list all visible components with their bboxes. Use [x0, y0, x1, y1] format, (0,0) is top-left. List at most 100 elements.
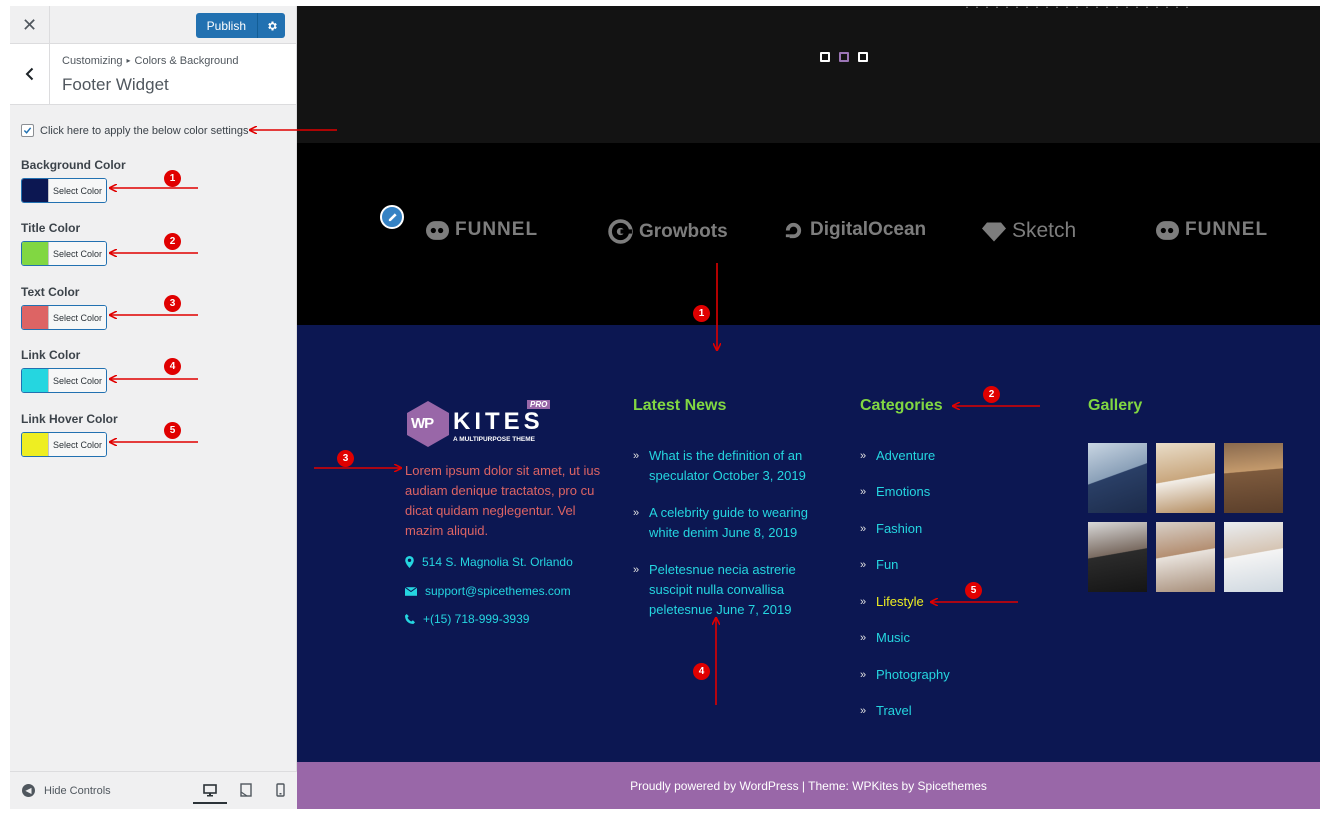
back-button[interactable] [10, 44, 50, 104]
annotation-badge: 1 [164, 170, 181, 187]
background-color-control: Background Color Select Color [21, 158, 126, 203]
color-swatch [22, 369, 48, 392]
category-link[interactable]: » Travel [860, 701, 912, 721]
logo-name: KITES [453, 408, 544, 435]
title-color-picker[interactable]: Select Color [21, 241, 107, 266]
tablet-preview-button[interactable] [239, 783, 253, 797]
slider-dot-active[interactable] [839, 52, 849, 62]
double-chevron-icon: » [633, 450, 640, 462]
mobile-preview-button[interactable] [273, 783, 287, 797]
contact-email[interactable]: support@spicethemes.com [405, 584, 571, 598]
category-label[interactable]: Photography [876, 667, 950, 682]
select-color-button[interactable]: Select Color [48, 306, 106, 329]
sponsor-name: FUNNEL [1185, 219, 1269, 240]
close-customizer-button[interactable]: ✕ [10, 6, 50, 44]
site-logo[interactable]: WP KITES PRO A MULTIPURPOSE THEME [405, 400, 553, 448]
annotation-badge: 2 [983, 386, 1000, 403]
categories-title: Categories [860, 397, 943, 414]
category-label[interactable]: Fun [876, 557, 898, 572]
link-hover-color-picker[interactable]: Select Color [21, 432, 107, 457]
category-link[interactable]: » Fashion [860, 519, 922, 539]
category-link[interactable]: » Music [860, 628, 910, 648]
category-label[interactable]: Fashion [876, 521, 922, 536]
slider-dot[interactable] [858, 52, 868, 62]
publish-button[interactable]: Publish [195, 13, 257, 38]
link-color-picker[interactable]: Select Color [21, 368, 107, 393]
funnel-logo-icon [1156, 220, 1179, 240]
double-chevron-icon: » [860, 705, 867, 717]
select-color-button[interactable]: Select Color [48, 369, 106, 392]
slider-dot[interactable] [820, 52, 830, 62]
apply-checkbox[interactable] [21, 124, 34, 137]
sponsor-name: DigitalOcean [810, 219, 927, 240]
funnel-logo-icon [426, 220, 449, 240]
news-item[interactable]: » A celebrity guide to wearing white den… [633, 503, 833, 543]
sponsor-logo-digitalocean[interactable]: DigitalOcean [783, 219, 926, 241]
hide-controls-button[interactable]: ◀ Hide Controls [22, 784, 111, 797]
control-label: Text Color [21, 285, 80, 299]
phone-link[interactable]: +(15) 718-999-3939 [423, 612, 529, 626]
decorative-dots [962, 6, 1192, 8]
select-color-button[interactable]: Select Color [48, 433, 106, 456]
news-item[interactable]: » Peletesnue necia astrerie suscipit nul… [633, 560, 833, 620]
double-chevron-icon: » [633, 564, 640, 576]
gallery-image[interactable] [1224, 443, 1283, 513]
background-color-picker[interactable]: Select Color [21, 178, 107, 203]
gallery-title: Gallery [1088, 397, 1143, 414]
checkmark-icon [23, 127, 32, 134]
edit-shortcut-button[interactable] [380, 205, 404, 229]
contact-phone[interactable]: +(15) 718-999-3939 [405, 612, 529, 626]
category-link-hovered[interactable]: » Lifestyle [860, 592, 924, 612]
news-item[interactable]: » What is the definition of an speculato… [633, 446, 833, 486]
color-swatch [22, 433, 48, 456]
logo-pro-badge: PRO [527, 400, 551, 409]
gallery-image[interactable] [1088, 522, 1147, 592]
footer-widgets: WP KITES PRO A MULTIPURPOSE THEME Lorem … [297, 325, 1320, 762]
sponsors-section: FUNNEL Growbots DigitalOcean Sketch FUNN… [297, 143, 1320, 325]
address-text: 514 S. Magnolia St. Orlando [422, 555, 573, 569]
select-color-button[interactable]: Select Color [48, 242, 106, 265]
category-label[interactable]: Emotions [876, 484, 930, 499]
desktop-preview-button[interactable] [193, 778, 227, 804]
about-text: Lorem ipsum dolor sit amet, ut ius audia… [405, 463, 601, 538]
email-link[interactable]: support@spicethemes.com [425, 584, 571, 598]
breadcrumb: Customizing ▸ Colors & Background [62, 55, 239, 67]
category-label[interactable]: Lifestyle [876, 594, 924, 609]
category-link[interactable]: » Fun [860, 555, 898, 575]
category-link[interactable]: » Adventure [860, 446, 935, 466]
slider-section [297, 6, 1320, 143]
apply-settings-row: Click here to apply the below color sett… [21, 124, 249, 137]
category-label[interactable]: Adventure [876, 448, 935, 463]
sponsor-logo-funnel[interactable]: FUNNEL [426, 219, 538, 241]
select-color-button[interactable]: Select Color [48, 179, 106, 202]
gallery-image[interactable] [1156, 443, 1215, 513]
double-chevron-icon: » [860, 523, 867, 535]
publish-group: Publish [195, 13, 285, 38]
gallery-image[interactable] [1088, 443, 1147, 513]
sponsor-logo-sketch[interactable]: Sketch [982, 219, 1076, 243]
category-label[interactable]: Travel [876, 703, 912, 718]
annotation-badge: 5 [164, 422, 181, 439]
double-chevron-icon: » [860, 632, 867, 644]
logo-tagline: A MULTIPURPOSE THEME [453, 436, 535, 443]
sponsor-name: Growbots [639, 220, 728, 242]
sketch-logo-icon [982, 222, 1006, 241]
gallery-image[interactable] [1224, 522, 1283, 592]
sponsor-logo-growbots[interactable]: Growbots [608, 219, 728, 244]
publish-settings-button[interactable] [257, 13, 285, 38]
sponsor-logo-funnel-2[interactable]: FUNNEL [1156, 219, 1268, 241]
annotation-badge: 1 [693, 305, 710, 322]
category-link[interactable]: » Photography [860, 665, 950, 685]
gallery-image[interactable] [1156, 522, 1215, 592]
annotation-badge: 3 [337, 450, 354, 467]
copyright-bar: Proudly powered by WordPress | Theme: WP… [297, 762, 1320, 809]
annotation-badge: 5 [965, 582, 982, 599]
control-label: Link Color [21, 348, 81, 362]
customizer-topbar: ✕ Publish [10, 6, 296, 44]
desktop-icon [203, 783, 217, 796]
contact-address: 514 S. Magnolia St. Orlando [405, 555, 573, 569]
category-link[interactable]: » Emotions [860, 482, 930, 502]
category-label[interactable]: Music [876, 630, 910, 645]
double-chevron-icon: » [860, 450, 867, 462]
text-color-picker[interactable]: Select Color [21, 305, 107, 330]
